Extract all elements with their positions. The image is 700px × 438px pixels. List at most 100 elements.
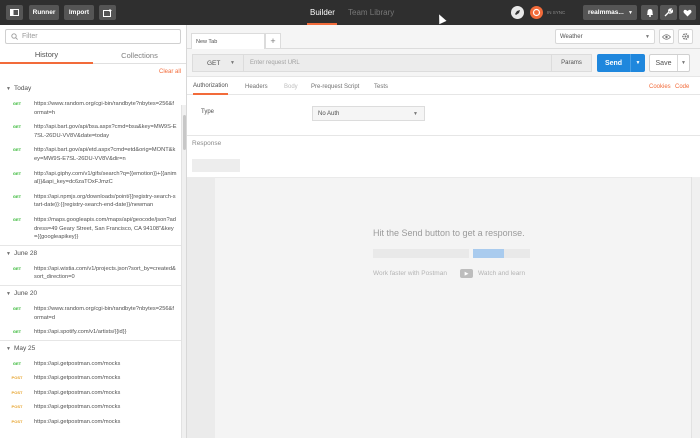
tab-tests[interactable]: Tests xyxy=(374,78,388,95)
request-tab-label: New Tab xyxy=(196,38,218,45)
history-group-header[interactable]: ▼ May 25 xyxy=(0,339,181,357)
url-input[interactable]: Enter request URL xyxy=(244,54,578,72)
response-header: Response xyxy=(187,135,700,151)
environment-select[interactable]: Weather ▼ xyxy=(555,29,655,44)
send-label: Send xyxy=(604,59,623,67)
request-subtabs: Authorization Headers Body Pre-request S… xyxy=(187,78,700,95)
history-item[interactable]: POST https://api.getpostman.com/mocks xyxy=(0,415,181,430)
auth-type-select[interactable]: No Auth ▼ xyxy=(312,106,425,121)
new-window-button[interactable] xyxy=(99,5,116,20)
history-item-url: https://api.getpostman.com/mocks xyxy=(34,404,121,411)
favorites-button[interactable] xyxy=(679,5,696,20)
runner-button[interactable]: Runner xyxy=(29,5,59,20)
history-item[interactable]: GET https://api.getpostman.com/mocks xyxy=(0,357,181,372)
interceptor-icon[interactable] xyxy=(511,6,524,19)
history-item-url: https://www.random.org/cgi-bin/randbyte?… xyxy=(34,305,174,321)
chevron-down-icon: ▼ xyxy=(628,9,633,16)
history-item-url: https://api.wistia.com/v1/projects.json?… xyxy=(34,265,176,281)
filter-placeholder: Filter xyxy=(22,33,38,40)
chevron-down-icon: ▼ xyxy=(645,34,650,40)
chevron-down-icon: ▼ xyxy=(413,110,418,117)
empty-response-message: Hit the Send button to get a response. xyxy=(373,228,525,238)
history-item[interactable]: POST https://api.getpostman.com/mocks xyxy=(0,386,181,401)
sidebar-scroll-thumb[interactable] xyxy=(183,115,186,150)
auth-type-label: Type xyxy=(201,109,215,115)
video-play-icon[interactable]: ▶ xyxy=(460,269,473,278)
request-builder: New Tab + Weather ▼ GET ▼ Enter request … xyxy=(187,25,700,438)
method-select[interactable]: GET ▼ xyxy=(192,54,244,72)
tab-collections[interactable]: Collections xyxy=(93,47,186,64)
send-button[interactable]: Send ▼ xyxy=(597,54,645,72)
user-menu-button[interactable]: realmmas... ▼ xyxy=(583,5,637,20)
sidebar-scrollbar[interactable] xyxy=(181,105,186,438)
history-item[interactable]: POST https://api.getpostman.com/mocks xyxy=(0,371,181,386)
save-button[interactable]: Save ▼ xyxy=(649,54,690,72)
save-label: Save xyxy=(655,59,672,67)
response-meta-placeholder xyxy=(192,159,240,172)
chevron-down-icon: ▼ xyxy=(6,290,11,297)
history-item-url: http://api.bart.gov/api/bsa.aspx?cmd=bsa… xyxy=(34,124,177,139)
history-item-method: GET xyxy=(12,360,22,366)
environment-value: Weather xyxy=(560,33,583,40)
clear-all-button[interactable]: Clear all xyxy=(159,69,181,75)
placeholder-bar xyxy=(504,249,530,258)
settings-button[interactable] xyxy=(660,5,677,20)
history-item[interactable]: GET https://www.random.org/cgi-bin/randby… xyxy=(0,97,181,120)
history-item[interactable]: GET http://api.giphy.com/v1/gifs/search?q… xyxy=(0,167,181,190)
history-item[interactable]: GET http://api.bart.gov/api/bsa.aspx?cmd=… xyxy=(0,120,181,143)
history-group-header[interactable]: ▼ June 28 xyxy=(0,244,181,262)
history-list: ▼ Today GET https://www.random.org/cgi-bin/… xyxy=(0,80,181,438)
history-item-method: GET xyxy=(12,305,22,311)
history-item-url: https://api.getpostman.com/mocks xyxy=(34,389,121,396)
history-item[interactable]: GET https://api.npmjs.org/downloads/point… xyxy=(0,190,181,213)
history-item[interactable]: GET https://www.random.org/cgi-bin/randby… xyxy=(0,302,181,325)
cookies-link[interactable]: Cookies xyxy=(649,78,671,95)
new-window-icon xyxy=(102,8,111,17)
tab-team-library[interactable]: Team Library xyxy=(348,0,394,25)
top-bar: Runner Import Builder Team Library IN SY… xyxy=(0,0,700,25)
tab-pre-request-script[interactable]: Pre-request Script xyxy=(311,78,359,95)
request-tab[interactable]: New Tab xyxy=(191,33,265,49)
response-area xyxy=(187,177,691,438)
work-faster-text: Work faster with Postman xyxy=(373,270,447,277)
chevron-down-icon: ▼ xyxy=(230,60,235,66)
history-item[interactable]: POST https://api.getpostman.com/mocks xyxy=(0,400,181,415)
history-item-method: GET xyxy=(12,101,22,106)
params-button[interactable]: Params xyxy=(551,54,592,72)
add-tab-button[interactable]: + xyxy=(265,33,281,49)
tab-body[interactable]: Body xyxy=(284,78,298,95)
history-item-method: GET xyxy=(12,265,22,271)
history-item[interactable]: GET https://api.spotify.com/v1/artists/{{… xyxy=(0,325,181,340)
history-item[interactable]: GET https://api.wistia.com/v1/projects.js… xyxy=(0,262,181,285)
gear-icon xyxy=(682,33,689,40)
tab-builder[interactable]: Builder xyxy=(310,0,335,25)
code-link[interactable]: Code xyxy=(675,78,689,95)
send-options-icon[interactable]: ▼ xyxy=(631,60,645,66)
method-value: GET xyxy=(207,59,221,67)
notifications-button[interactable] xyxy=(641,5,658,20)
sync-status-icon[interactable] xyxy=(530,6,543,19)
main-scrollbar[interactable] xyxy=(691,177,700,438)
tab-headers[interactable]: Headers xyxy=(245,78,268,95)
history-group-header[interactable]: ▼ June 20 xyxy=(0,284,181,302)
wrench-icon xyxy=(664,8,673,17)
import-button[interactable]: Import xyxy=(64,5,94,20)
filter-input[interactable]: Filter xyxy=(5,29,181,44)
sidebar: Filter History Collections Clear all ▼ To… xyxy=(0,25,187,438)
save-options-icon[interactable]: ▼ xyxy=(678,60,689,66)
chevron-down-icon: ▼ xyxy=(6,250,11,257)
environment-quick-look-button[interactable] xyxy=(659,29,674,44)
manage-environments-button[interactable] xyxy=(678,29,693,44)
heart-icon xyxy=(683,9,692,16)
sidebar-toggle-button[interactable] xyxy=(6,5,23,20)
history-item-method: GET xyxy=(12,124,22,130)
tab-history[interactable]: History xyxy=(0,47,93,64)
sidebar-tabs: History Collections xyxy=(0,47,186,64)
tab-authorization[interactable]: Authorization xyxy=(193,78,229,95)
history-item[interactable]: GET https://maps.googleapis.com/maps/api/… xyxy=(0,213,181,245)
history-group-header[interactable]: ▼ Today xyxy=(0,80,181,97)
url-row: GET ▼ Enter request URL Params Send ▼ Sa… xyxy=(187,49,700,77)
watch-learn-link[interactable]: Watch and learn xyxy=(478,270,525,277)
history-item[interactable]: GET http://api.bart.gov/api/etd.aspx?cmd=… xyxy=(0,143,181,166)
history-item-method: POST xyxy=(11,375,23,381)
